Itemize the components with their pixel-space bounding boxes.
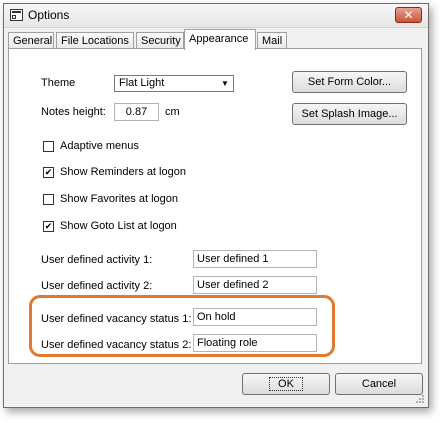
adaptive-menus-label: Adaptive menus: [60, 140, 139, 152]
user-activity-2-input[interactable]: User defined 2: [193, 276, 317, 294]
cancel-button[interactable]: Cancel: [335, 373, 423, 395]
show-reminders-label: Show Reminders at logon: [60, 166, 186, 178]
close-button[interactable]: ✕: [395, 7, 422, 23]
set-form-color-button[interactable]: Set Form Color...: [292, 71, 407, 93]
ok-button[interactable]: OK: [242, 373, 330, 395]
options-dialog: Options ✕ General File Locations Securit…: [3, 3, 429, 408]
appearance-panel: Theme Flat Light ▼ Set Form Color... Not…: [8, 48, 422, 364]
tab-mail[interactable]: Mail: [257, 32, 287, 49]
notes-height-unit: cm: [165, 106, 180, 118]
app-icon: [10, 9, 23, 21]
show-goto-list-checkbox[interactable]: ✔: [43, 221, 54, 232]
user-activity-1-label: User defined activity 1:: [41, 254, 153, 266]
ok-button-label: OK: [269, 377, 303, 391]
resize-grip-icon[interactable]: [415, 394, 425, 404]
notes-height-input[interactable]: 0.87: [114, 103, 159, 121]
show-reminders-checkbox[interactable]: ✔: [43, 167, 54, 178]
theme-label: Theme: [41, 77, 76, 89]
set-splash-image-button[interactable]: Set Splash Image...: [292, 103, 407, 125]
adaptive-menus-checkbox[interactable]: [43, 141, 54, 152]
tab-general[interactable]: General: [8, 32, 54, 49]
tab-security[interactable]: Security: [136, 32, 184, 49]
close-icon: ✕: [403, 8, 414, 22]
chevron-down-icon: ▼: [221, 79, 229, 88]
show-favorites-checkbox[interactable]: [43, 194, 54, 205]
title-bar[interactable]: Options ✕: [4, 4, 428, 28]
show-goto-list-label: Show Goto List at logon: [60, 220, 177, 232]
checkmark-icon: ✔: [44, 167, 53, 177]
tab-file-locations[interactable]: File Locations: [56, 32, 134, 49]
window-title: Options: [28, 8, 70, 22]
checkmark-icon: ✔: [44, 221, 53, 231]
user-activity-2-label: User defined activity 2:: [41, 280, 153, 292]
notes-height-label: Notes height:: [41, 106, 106, 118]
theme-select[interactable]: Flat Light ▼: [114, 75, 234, 92]
user-activity-1-input[interactable]: User defined 1: [193, 250, 317, 268]
highlight-outline: [29, 295, 335, 357]
theme-value: Flat Light: [119, 77, 165, 89]
tab-appearance[interactable]: Appearance: [184, 29, 256, 50]
show-favorites-label: Show Favorites at logon: [60, 193, 179, 205]
